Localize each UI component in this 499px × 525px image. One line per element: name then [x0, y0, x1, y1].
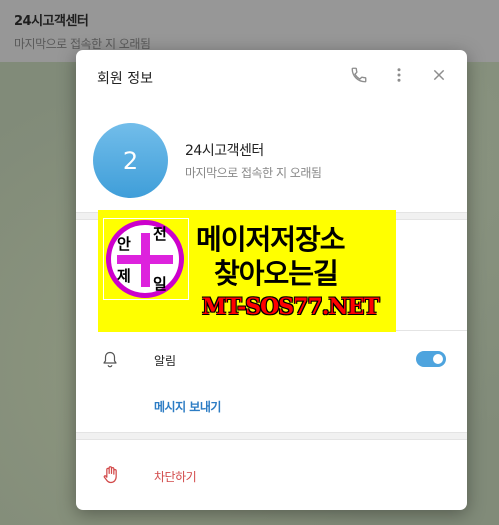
chat-title: 24시고객센터: [14, 14, 89, 29]
send-message-row[interactable]: 메시지 보내기: [76, 388, 467, 424]
send-message-button[interactable]: 메시지 보내기: [154, 398, 221, 415]
block-row[interactable]: 차단하기: [76, 458, 467, 494]
banner-line-2: 찾아오는길: [214, 257, 339, 290]
section-divider: [76, 432, 467, 440]
dialog-title: 회원 정보: [97, 71, 153, 87]
safety-badge-icon: 안 전 제 일: [106, 220, 184, 298]
block-button[interactable]: 차단하기: [154, 468, 197, 485]
badge-char-2: 전: [153, 225, 167, 243]
avatar[interactable]: 2: [93, 123, 168, 198]
divider: [396, 330, 467, 331]
badge-char-3: 제: [117, 267, 131, 285]
notifications-label: 알림: [154, 354, 177, 368]
close-icon[interactable]: [428, 64, 450, 86]
profile-name: 24시고객센터: [185, 143, 264, 159]
badge-char-4: 일: [153, 275, 167, 293]
phone-icon[interactable]: [348, 64, 370, 86]
notifications-row[interactable]: 알림: [76, 342, 467, 378]
more-vertical-icon[interactable]: [388, 64, 410, 86]
bell-icon: [103, 351, 117, 368]
hand-stop-icon: [103, 466, 117, 484]
profile-status: 마지막으로 접속한 지 오래됨: [185, 166, 322, 180]
banner-url: MT-SOS77.NET: [202, 294, 380, 320]
ad-banner[interactable]: 안 전 제 일 메이저저장소 찾아오는길 MT-SOS77.NET: [98, 210, 396, 332]
toggle-knob: [431, 352, 445, 366]
badge-char-1: 안: [117, 235, 131, 253]
avatar-initial: 2: [122, 146, 139, 175]
notifications-toggle[interactable]: [416, 351, 446, 367]
user-info-dialog: 회원 정보 2 24시고객센터 마지막으로 접속한 지 오래됨 안 전 제 일 …: [76, 50, 467, 510]
